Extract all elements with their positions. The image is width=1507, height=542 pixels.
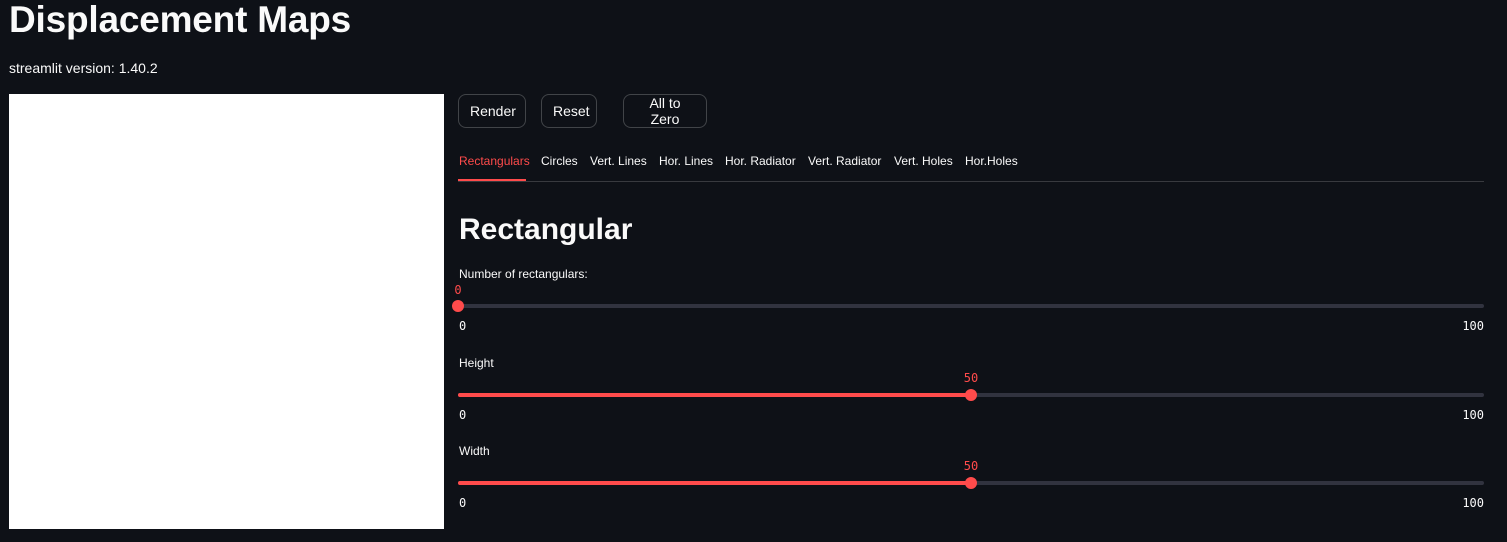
slider-thumb-height[interactable] (965, 389, 977, 401)
slider-label-height: Height (459, 356, 494, 370)
slider-label-count: Number of rectangulars: (459, 267, 588, 281)
page-title: Displacement Maps (9, 0, 352, 40)
tab-vert-lines[interactable]: Vert. Lines (590, 144, 647, 181)
slider-track-count[interactable] (452, 300, 1484, 312)
slider-max-count: 100 (1462, 319, 1484, 333)
tab-rectangulars[interactable]: Rectangulars (459, 144, 530, 181)
slider-thumb-width[interactable] (965, 477, 977, 489)
slider-track-width[interactable] (458, 477, 1484, 489)
slider-label-width: Width (459, 444, 490, 458)
active-tab-indicator (458, 179, 526, 181)
render-canvas (9, 94, 444, 529)
version-text: streamlit version: 1.40.2 (9, 60, 158, 76)
tab-bar: Rectangulars Circles Vert. Lines Hor. Li… (458, 144, 1484, 182)
slider-value-width: 50 (963, 459, 979, 473)
tab-circles[interactable]: Circles (541, 144, 578, 181)
tab-vert-radiator[interactable]: Vert. Radiator (808, 144, 881, 181)
slider-fill-height (458, 393, 971, 397)
slider-max-width: 100 (1462, 496, 1484, 510)
section-title: Rectangular (459, 213, 633, 246)
tab-vert-holes[interactable]: Vert. Holes (894, 144, 953, 181)
slider-thumb-count[interactable] (452, 300, 464, 312)
render-button[interactable]: Render (458, 94, 526, 128)
tab-hor-holes[interactable]: Hor.Holes (965, 144, 1018, 181)
tab-hor-radiator[interactable]: Hor. Radiator (725, 144, 796, 181)
slider-min-height: 0 (459, 408, 467, 422)
slider-value-count: 0 (454, 283, 462, 297)
slider-min-count: 0 (459, 319, 467, 333)
slider-max-height: 100 (1462, 408, 1484, 422)
slider-track-height[interactable] (458, 389, 1484, 401)
reset-button[interactable]: Reset (541, 94, 597, 128)
slider-value-height: 50 (963, 371, 979, 385)
all-to-zero-button[interactable]: All to Zero (623, 94, 707, 128)
slider-fill-width (458, 481, 971, 485)
tab-hor-lines[interactable]: Hor. Lines (659, 144, 713, 181)
slider-min-width: 0 (459, 496, 467, 510)
